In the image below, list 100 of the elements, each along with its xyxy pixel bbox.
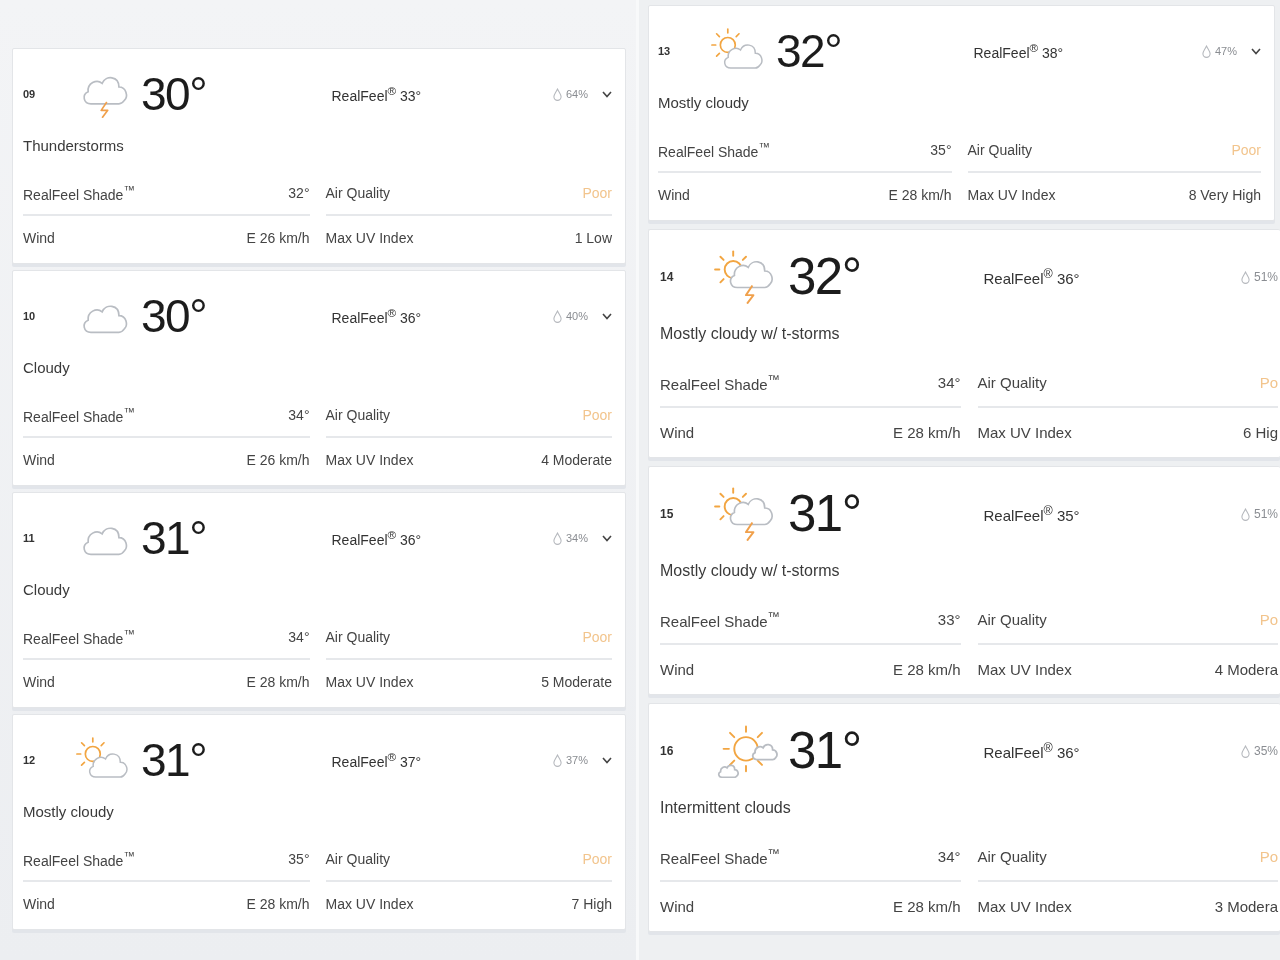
detail-label: Wind	[660, 898, 695, 915]
precipitation-text: 40%	[565, 310, 588, 322]
detail-value: E 26 km/h	[246, 230, 310, 246]
detail-value: 5 Moderate	[541, 674, 612, 690]
detail-value: 6 Hig	[1242, 424, 1278, 441]
detail-label: RealFeel Shade$^{™}$	[23, 627, 136, 647]
detail-label: Air Quality	[325, 407, 391, 423]
detail-value: Poor	[1231, 142, 1261, 158]
temperature: 31°	[788, 725, 861, 777]
temperature: 31°	[141, 513, 207, 563]
detail-value: 1 Low	[574, 230, 612, 246]
detail-value: 35°	[930, 142, 952, 158]
detail-label: RealFeel Shade$^{™}$	[23, 849, 136, 869]
condition-text: Mostly cloudy w/ t-storms	[660, 324, 840, 344]
detail-label: Wind	[660, 424, 695, 441]
realfeel-text: RealFeel$^{®}$ 36°	[331, 528, 422, 548]
raindrop-icon	[1240, 270, 1250, 284]
detail-label: Max UV Index	[967, 187, 1056, 203]
hour-label: 15	[660, 507, 674, 521]
condition-text: Thunderstorms	[23, 136, 124, 156]
hour-label: 13	[658, 45, 671, 57]
detail-value: E 28 km/h	[888, 187, 952, 203]
raindrop-icon	[552, 531, 562, 545]
raindrop-icon	[552, 753, 562, 767]
detail-label: Max UV Index	[977, 661, 1072, 678]
detail-value: Poor	[582, 629, 612, 645]
detail-label: Air Quality	[325, 851, 391, 867]
precipitation-text: 34%	[565, 532, 588, 544]
condition-text: Cloudy	[23, 580, 70, 600]
detail-label: RealFeel Shade$^{™}$	[660, 846, 781, 867]
detail-value: E 28 km/h	[892, 424, 961, 441]
detail-label: Max UV Index	[977, 898, 1072, 915]
detail-value: 34°	[937, 374, 961, 391]
hour-label: 10	[23, 310, 36, 322]
temperature: 31°	[141, 735, 207, 785]
hour-label: 16	[660, 744, 674, 758]
detail-value: 35°	[288, 851, 310, 867]
detail-label: Wind	[658, 187, 690, 203]
temperature: 30°	[141, 291, 207, 341]
detail-value: 34°	[288, 407, 310, 423]
precipitation-text: 51%	[1253, 507, 1278, 521]
detail-value: 34°	[937, 848, 961, 865]
detail-label: RealFeel Shade$^{™}$	[23, 183, 136, 203]
detail-value: E 28 km/h	[246, 896, 310, 912]
detail-label: Air Quality	[325, 629, 391, 645]
detail-label: RealFeel Shade$^{™}$	[660, 609, 781, 630]
detail-label: Wind	[660, 661, 695, 678]
detail-value: Po	[1259, 848, 1278, 865]
precipitation-text: 47%	[1214, 45, 1237, 57]
detail-value: 7 High	[571, 896, 612, 912]
condition-text: Mostly cloudy	[23, 802, 114, 822]
detail-label: Air Quality	[967, 142, 1033, 158]
precipitation-text: 64%	[565, 88, 588, 100]
chevron-down-icon[interactable]	[602, 90, 612, 98]
temperature: 32°	[776, 26, 842, 76]
hour-label: 12	[23, 754, 36, 766]
condition-text: Intermittent clouds	[660, 798, 791, 818]
detail-label: RealFeel Shade$^{™}$	[23, 405, 136, 425]
raindrop-icon	[1240, 744, 1250, 758]
detail-value: 3 Modera	[1214, 898, 1278, 915]
chevron-down-icon[interactable]	[1251, 47, 1261, 55]
detail-value: E 28 km/h	[246, 674, 310, 690]
detail-label: Max UV Index	[325, 896, 414, 912]
detail-label: Wind	[23, 452, 55, 468]
raindrop-icon	[552, 87, 562, 101]
realfeel-text: RealFeel$^{®}$ 35°	[983, 504, 1080, 524]
detail-label: Wind	[23, 674, 55, 690]
detail-value: 8 Very High	[1188, 187, 1261, 203]
realfeel-text: RealFeel$^{®}$ 36°	[331, 306, 422, 326]
chevron-down-icon[interactable]	[602, 312, 612, 320]
detail-value: 32°	[288, 185, 310, 201]
detail-value: E 28 km/h	[892, 661, 961, 678]
detail-label: Max UV Index	[325, 674, 414, 690]
hour-label: 11	[23, 532, 35, 544]
detail-label: Air Quality	[977, 374, 1047, 391]
detail-value: Po	[1259, 611, 1278, 628]
temperature: 32°	[788, 251, 861, 303]
detail-value: Po	[1259, 374, 1278, 391]
detail-value: E 26 km/h	[246, 452, 310, 468]
precipitation-text: 37%	[565, 754, 588, 766]
condition-text: Mostly cloudy	[658, 93, 749, 113]
detail-label: RealFeel Shade$^{™}$	[660, 372, 781, 393]
detail-value: 4 Modera	[1214, 661, 1278, 678]
detail-label: Max UV Index	[325, 452, 414, 468]
detail-value: Poor	[582, 185, 612, 201]
detail-value: Poor	[582, 407, 612, 423]
precipitation-text: 35%	[1253, 744, 1278, 758]
chevron-down-icon[interactable]	[602, 534, 612, 542]
hour-label: 09	[23, 88, 36, 100]
chevron-down-icon[interactable]	[602, 756, 612, 764]
precipitation-text: 51%	[1253, 270, 1278, 284]
detail-label: Air Quality	[977, 848, 1047, 865]
detail-value: Poor	[582, 851, 612, 867]
realfeel-text: RealFeel$^{®}$ 38°	[973, 41, 1064, 61]
temperature: 31°	[788, 488, 861, 540]
detail-value: E 28 km/h	[892, 898, 961, 915]
detail-label: RealFeel Shade$^{™}$	[658, 140, 771, 160]
realfeel-text: RealFeel$^{®}$ 37°	[331, 750, 422, 770]
hour-label: 14	[660, 270, 674, 284]
detail-label: Wind	[23, 230, 55, 246]
